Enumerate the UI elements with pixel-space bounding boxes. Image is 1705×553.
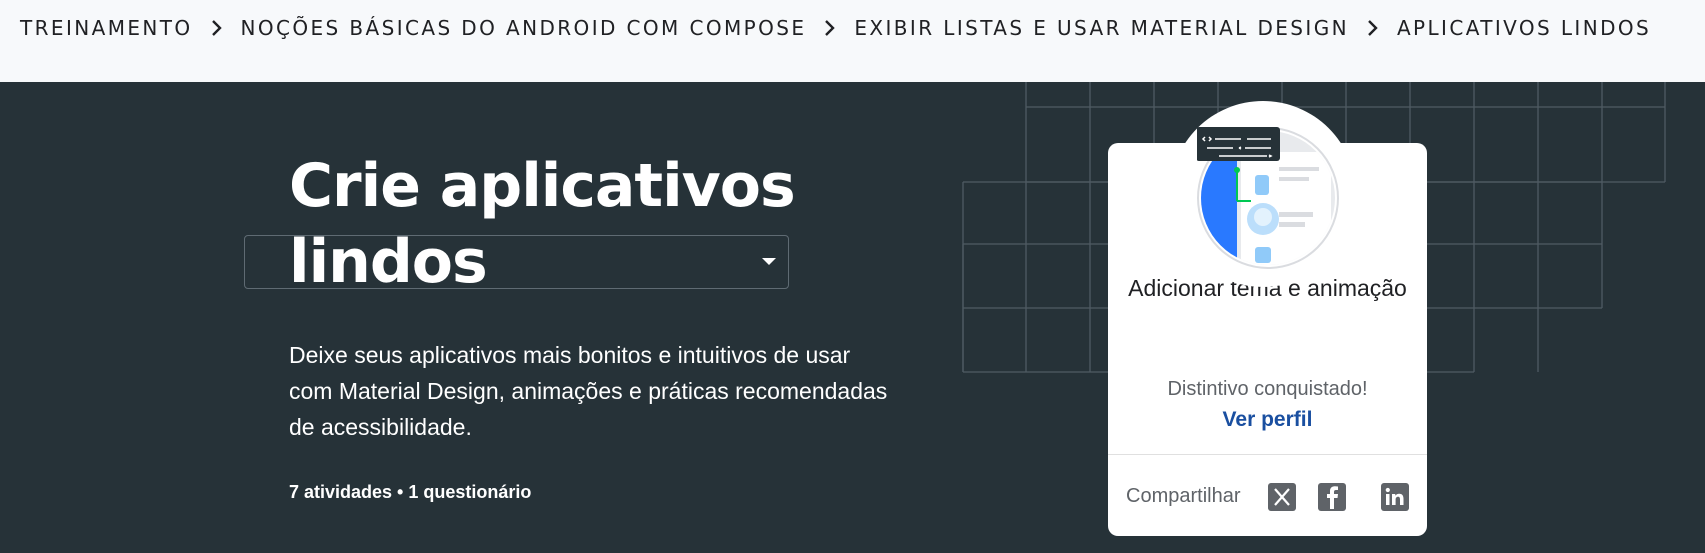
chevron-right-icon [1349,19,1397,37]
breadcrumb-bar: TREINAMENTO NOÇÕES BÁSICAS DO ANDROID CO… [0,0,1705,82]
badge-earned-text: Distintivo conquistado! [1167,378,1368,400]
card-divider [1108,454,1427,455]
view-profile-link[interactable]: Ver perfil [1108,408,1427,432]
linkedin-icon[interactable] [1381,483,1409,511]
page-title-line1: Crie aplicativos [289,151,796,221]
breadcrumb-item-nocoes-basicas[interactable]: NOÇÕES BÁSICAS DO ANDROID COM COMPOSE [241,16,807,40]
page-description: Deixe seus aplicativos mais bonitos e in… [289,342,888,440]
share-label: Compartilhar [1126,485,1241,507]
breadcrumb-item-aplicativos-lindos[interactable]: APLICATIVOS LINDOS [1397,16,1651,40]
breadcrumb-item-treinamento[interactable]: TREINAMENTO [20,16,193,40]
chevron-right-icon [193,19,241,37]
breadcrumb: TREINAMENTO NOÇÕES BÁSICAS DO ANDROID CO… [20,16,1651,40]
decorative-grid [962,82,1666,373]
page-title: Crie aplicativos [289,148,809,224]
x-icon[interactable] [1268,483,1296,511]
breadcrumb-item-exibir-listas[interactable]: EXIBIR LISTAS E USAR MATERIAL DESIGN [854,16,1349,40]
chevron-right-icon [806,19,854,37]
hero-section: Crie aplicativos lindos Deixe seus aplic… [0,82,1705,553]
page-title-line2: lindos [289,227,488,297]
activity-count: 7 atividades • 1 questionário [289,482,532,502]
facebook-icon[interactable] [1318,483,1346,511]
badge-icon [1197,127,1339,269]
